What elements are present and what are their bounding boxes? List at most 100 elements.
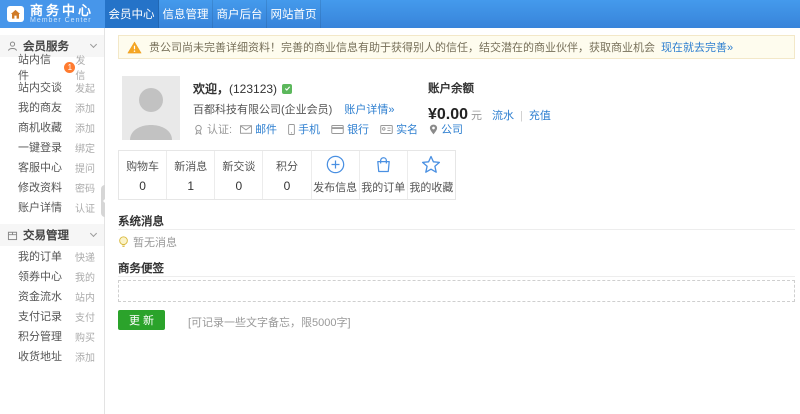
my-favorites-button[interactable]: 我的收藏 [408, 151, 455, 199]
item-action-link[interactable]: 站内 [75, 289, 95, 304]
my-orders-button[interactable]: 我的订单 [360, 151, 408, 199]
bag-icon [376, 157, 390, 173]
sidebar-item-coupon-center[interactable]: 领券中心 我的 [0, 266, 104, 286]
item-action-link[interactable]: 购买 [75, 329, 95, 344]
item-action-link[interactable]: 快递 [75, 249, 95, 264]
company-line: 百都科技有限公司(企业会员) 账户详情» [193, 101, 394, 117]
business-notes-input[interactable] [118, 280, 795, 302]
app-title: 商务中心 [30, 2, 95, 18]
app-logo: 商务中心 Member Center [0, 0, 105, 28]
item-action-link[interactable]: 提问 [75, 160, 95, 175]
tab-member-center[interactable]: 会员中心 [105, 0, 159, 28]
star-icon [422, 155, 441, 173]
sidebar-item-shipping-address[interactable]: 收货地址 添加 [0, 346, 104, 366]
location-pin-icon [429, 124, 438, 134]
item-label: 支付记录 [18, 311, 62, 323]
sidebar-item-fund-flow[interactable]: 资金流水 站内 [0, 286, 104, 306]
logo-text: 商务中心 Member Center [30, 4, 94, 25]
no-messages-row: 暂无消息 [118, 234, 177, 250]
item-label: 收货地址 [18, 351, 62, 363]
system-messages-title: 系统消息 [118, 216, 164, 228]
box-icon [6, 229, 19, 242]
cert-realname-link[interactable]: 实名 [380, 121, 418, 137]
item-action-link[interactable]: 发起 [75, 80, 95, 95]
sidebar-item-site-chat[interactable]: 站内交谈 发起 [0, 77, 104, 97]
item-action-link[interactable]: 发信 [75, 52, 95, 82]
main-content: 贵公司尚未完善详细资料！完善的商业信息有助于获得别人的信任，结交潜在的商业伙伴，… [105, 28, 800, 414]
stat-points[interactable]: 积分 0 [263, 151, 312, 199]
sidebar-group-transaction-management[interactable]: 交易管理 [0, 224, 104, 246]
cert-phone-link[interactable]: 手机 [288, 121, 320, 137]
top-header: 商务中心 Member Center 会员中心 信息管理 商户后台 网站首页 [0, 0, 800, 28]
divider [118, 276, 795, 277]
chevron-down-icon [89, 40, 98, 49]
item-action-link[interactable]: 添加 [75, 349, 95, 364]
member-center-screen: 商务中心 Member Center 会员中心 信息管理 商户后台 网站首页 会… [0, 0, 800, 414]
sidebar-item-account-details[interactable]: 账户详情 认证 [0, 197, 104, 217]
cert-bank-link[interactable]: 银行 [331, 121, 369, 137]
verified-badge-icon [282, 83, 293, 94]
sidebar: 会员服务 站内信件 1 发信 站内交谈 发起 我的商友 添加 商机收藏 添加 一… [0, 28, 105, 414]
mail-icon [240, 124, 253, 134]
complete-profile-link[interactable]: 现在就去完善» [661, 39, 733, 55]
item-action-link[interactable]: 认证 [75, 200, 95, 215]
item-label: 我的订单 [18, 251, 62, 263]
top-nav: 会员中心 信息管理 商户后台 网站首页 [105, 0, 321, 28]
item-action-link[interactable]: 添加 [75, 100, 95, 115]
tab-info-management[interactable]: 信息管理 [159, 0, 213, 28]
recharge-link[interactable]: 充值 [529, 107, 551, 123]
balance-unit: 元 [471, 110, 483, 122]
item-action-link[interactable]: 密码 [75, 180, 95, 195]
publish-info-button[interactable]: 发布信息 [312, 151, 360, 199]
sidebar-item-one-click-login[interactable]: 一键登录 绑定 [0, 137, 104, 157]
item-label: 修改资料 [18, 182, 62, 194]
stats-bar: 购物车 0 新消息 1 新交谈 0 积分 0 发布信息 我的订单 我的收藏 [118, 150, 456, 200]
welcome-label: 欢迎， [193, 82, 230, 96]
item-label: 积分管理 [18, 331, 62, 343]
app-subtitle: Member Center [30, 16, 92, 24]
id-card-icon [380, 124, 393, 134]
account-id: (123123) [229, 81, 278, 96]
stat-new-messages[interactable]: 新消息 1 [167, 151, 216, 199]
profile-completion-banner: 贵公司尚未完善详细资料！完善的商业信息有助于获得别人的信任，结交潜在的商业伙伴，… [118, 35, 795, 59]
banner-message: 贵公司尚未完善详细资料！完善的商业信息有助于获得别人的信任，结交潜在的商业伙伴，… [149, 42, 655, 54]
warning-icon [127, 41, 142, 54]
item-action-link[interactable]: 支付 [75, 309, 95, 324]
circle-plus-icon [326, 155, 344, 174]
item-action-link[interactable]: 添加 [75, 120, 95, 135]
stat-new-chats[interactable]: 新交谈 0 [215, 151, 264, 199]
business-notes-title: 商务便签 [118, 263, 164, 275]
sidebar-item-opportunity-favorites[interactable]: 商机收藏 添加 [0, 117, 104, 137]
bank-card-icon [331, 124, 344, 134]
tab-merchant-backend[interactable]: 商户后台 [213, 0, 267, 28]
group-title: 交易管理 [23, 230, 69, 242]
item-label: 资金流水 [18, 291, 62, 303]
tab-website-home[interactable]: 网站首页 [267, 0, 321, 28]
item-label: 商机收藏 [18, 122, 62, 134]
cert-label: 认证: [193, 121, 232, 137]
home-icon [7, 6, 24, 22]
sidebar-item-points-management[interactable]: 积分管理 购买 [0, 326, 104, 346]
update-button[interactable]: 更 新 [118, 310, 165, 330]
item-label: 领券中心 [18, 271, 62, 283]
cert-email-link[interactable]: 邮件 [240, 121, 277, 137]
sidebar-item-business-friends[interactable]: 我的商友 添加 [0, 97, 104, 117]
fund-flow-link[interactable]: 流水 [492, 107, 514, 123]
stat-shopping-cart[interactable]: 购物车 0 [119, 151, 168, 199]
sidebar-item-customer-service[interactable]: 客服中心 提问 [0, 157, 104, 177]
balance-row: ¥0.00 元 流水 | 充值 [428, 106, 551, 124]
divider [118, 229, 795, 230]
sidebar-item-edit-profile[interactable]: 修改资料 密码 [0, 177, 104, 197]
welcome-line: 欢迎， (123123) [193, 80, 293, 97]
item-action-link[interactable]: 绑定 [75, 140, 95, 155]
item-label: 客服中心 [18, 162, 62, 174]
chevron-down-icon [89, 229, 98, 238]
item-label: 账户详情 [18, 202, 62, 214]
balance-title: 账户余额 [428, 83, 474, 95]
account-details-link[interactable]: 账户详情» [344, 104, 394, 116]
sidebar-item-my-orders[interactable]: 我的订单 快递 [0, 246, 104, 266]
sidebar-item-payment-records[interactable]: 支付记录 支付 [0, 306, 104, 326]
item-label: 我的商友 [18, 102, 62, 114]
item-action-link[interactable]: 我的 [75, 269, 95, 284]
sidebar-item-site-mail[interactable]: 站内信件 1 发信 [0, 54, 104, 82]
